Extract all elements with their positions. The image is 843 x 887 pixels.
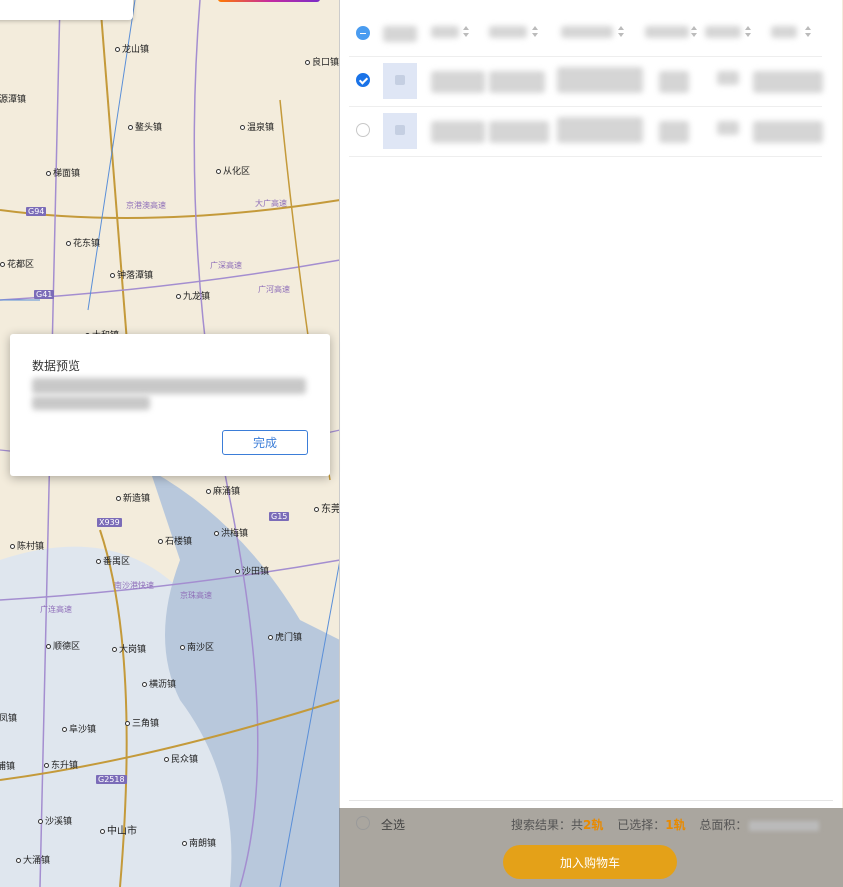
highway-shield: G94 (26, 207, 47, 216)
place-label: 大涌镇 (16, 853, 50, 866)
sort-icon[interactable] (463, 26, 469, 38)
row-cell (557, 117, 643, 143)
result-count: 2轨 (583, 818, 604, 832)
preview-content (32, 378, 306, 394)
place-label: 浦镇 (0, 759, 15, 772)
place-label: 洪梅镇 (214, 526, 248, 539)
sort-icon[interactable] (745, 26, 751, 38)
place-label: 沙田镇 (235, 564, 269, 577)
place-label: 阜沙镇 (62, 722, 96, 735)
row-cell (659, 71, 689, 93)
summary-prefix: 搜索结果：共 (511, 818, 584, 832)
road-name: 京港澳高速 (126, 201, 166, 210)
search-summary: 搜索结果：共2轨 已选择：1轨 总面积： (511, 816, 820, 833)
selected-prefix: 已选择： (617, 818, 666, 832)
place-label: 鳌头镇 (128, 120, 162, 133)
table-row[interactable] (349, 107, 823, 157)
place-label: 横沥镇 (142, 677, 176, 690)
row-checkbox[interactable] (356, 123, 370, 137)
road-name: 广深高速 (210, 261, 242, 270)
column-header[interactable] (705, 26, 741, 38)
place-label: 南朗镇 (182, 836, 216, 849)
road-name: 南沙港快速 (114, 581, 154, 590)
place-label: 番禺区 (96, 554, 130, 567)
place-label: 梯面镇 (46, 166, 80, 179)
place-label: 南沙区 (180, 640, 214, 653)
preview-content (32, 396, 150, 410)
row-checkbox[interactable] (356, 73, 370, 87)
row-cell (717, 71, 739, 85)
column-header[interactable] (561, 26, 613, 38)
total-area-value (749, 820, 820, 831)
dialog-title: 数据预览 (32, 359, 81, 373)
place-label: 三角镇 (125, 716, 159, 729)
row-thumbnail[interactable] (383, 113, 417, 149)
sort-icon[interactable] (691, 26, 697, 38)
row-cell (659, 121, 689, 143)
data-preview-dialog: 数据预览 完成 (10, 334, 330, 476)
sort-icon[interactable] (805, 26, 811, 38)
row-cell (753, 121, 823, 143)
row-cell (431, 71, 485, 93)
place-label: 东莞 (314, 500, 341, 515)
results-panel (339, 0, 842, 808)
row-cell (489, 121, 549, 143)
road-name: 京珠高速 (180, 591, 212, 600)
place-label: 温泉镇 (240, 120, 274, 133)
place-label: 钟落潭镇 (110, 268, 153, 281)
highway-shield: G41 (34, 290, 55, 299)
place-label: 中山市 (100, 822, 137, 837)
layer-toggle-card[interactable] (0, 0, 133, 20)
highway-shield: G2518 (96, 775, 127, 784)
row-cell (557, 67, 643, 93)
sort-icon[interactable] (532, 26, 538, 38)
place-label: 虎门镇 (268, 630, 302, 643)
gradient-button[interactable] (218, 0, 320, 2)
place-label: 沙溪镇 (38, 814, 72, 827)
column-header[interactable] (771, 26, 797, 38)
place-label: 九龙镇 (176, 289, 210, 302)
highway-shield: G15 (269, 512, 290, 521)
sort-icon[interactable] (618, 26, 624, 38)
road-name: 大广高速 (255, 199, 287, 208)
column-header[interactable] (645, 26, 689, 38)
row-thumbnail[interactable] (383, 63, 417, 99)
select-all-checkbox-header[interactable] (356, 26, 370, 40)
table-header (349, 12, 822, 57)
selected-count: 1轨 (665, 818, 686, 832)
row-cell (753, 71, 823, 93)
place-label: 花都区 (0, 257, 34, 270)
row-cell (489, 71, 545, 93)
select-all-label[interactable]: 全选 (381, 816, 405, 833)
place-label: 大岗镇 (112, 642, 146, 655)
place-label: 民众镇 (164, 752, 198, 765)
table-row[interactable] (349, 57, 823, 107)
column-header[interactable] (431, 26, 459, 38)
place-label: 凤镇 (0, 711, 17, 724)
row-cell (431, 121, 485, 143)
area-prefix: 总面积： (699, 818, 748, 832)
highway-shield: X939 (97, 518, 122, 527)
add-to-cart-button[interactable]: 加入购物车 (503, 845, 677, 879)
place-label: 良口镇 (305, 55, 339, 68)
place-label: 陈村镇 (10, 539, 44, 552)
column-header[interactable] (489, 26, 527, 38)
place-label: 麻涌镇 (206, 484, 240, 497)
place-label: 从化区 (216, 164, 250, 177)
place-label: 新造镇 (116, 491, 150, 504)
road-name: 广连高速 (40, 605, 72, 614)
done-button[interactable]: 完成 (222, 430, 308, 455)
place-label: 龙山镇 (115, 42, 149, 55)
select-all-checkbox[interactable] (356, 816, 370, 830)
place-label: 东升镇 (44, 758, 78, 771)
row-cell (717, 121, 739, 135)
place-label: 源潭镇 (0, 92, 26, 105)
road-name: 广河高速 (258, 285, 290, 294)
place-label: 石楼镇 (158, 534, 192, 547)
column-header[interactable] (383, 26, 417, 42)
panel-divider (349, 800, 833, 801)
place-label: 花东镇 (66, 236, 100, 249)
footer-bar: 全选 搜索结果：共2轨 已选择：1轨 总面积： 加入购物车 (339, 808, 843, 887)
place-label: 顺德区 (46, 639, 80, 652)
